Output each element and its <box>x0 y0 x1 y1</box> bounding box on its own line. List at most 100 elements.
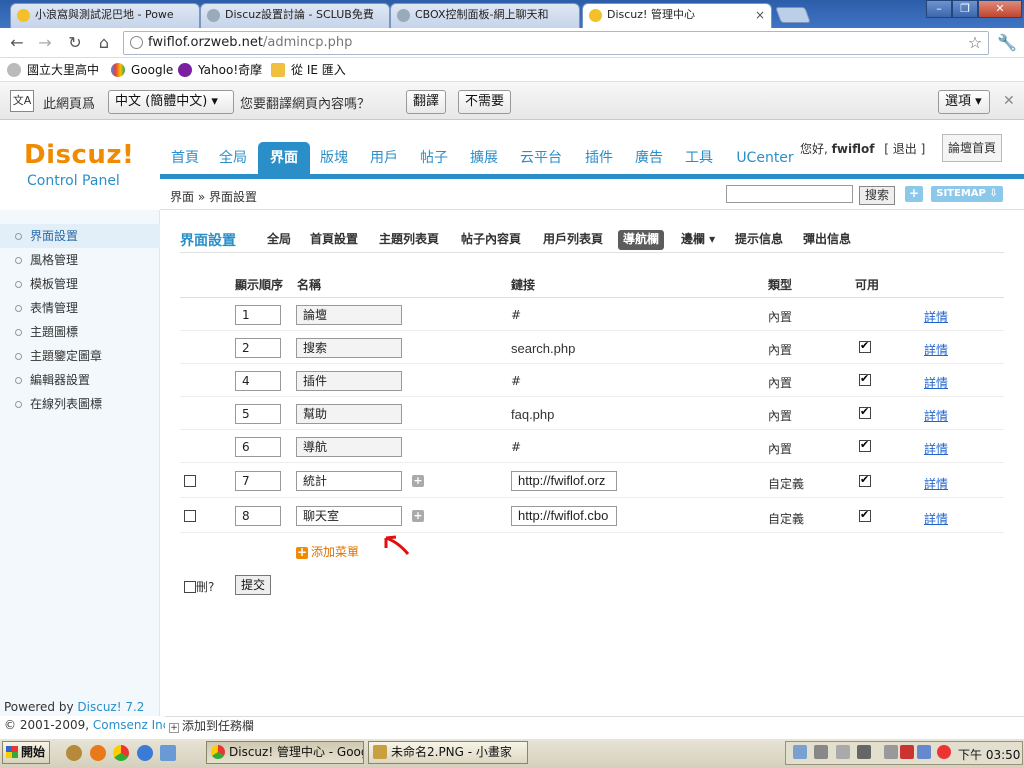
order-input[interactable]: 1 <box>235 305 281 325</box>
sidebar-item-editor[interactable]: 編輯器設置 <box>0 368 160 392</box>
nav-extend[interactable]: 擴展 <box>465 142 503 176</box>
close-translate-icon[interactable]: ✕ <box>1003 93 1015 109</box>
tab-popups[interactable]: 彈出信息 <box>798 230 856 250</box>
no-translate-button[interactable]: 不需要 <box>458 90 512 114</box>
add-taskbar-strip[interactable]: + 添加到任務欄 <box>165 716 1024 736</box>
nav-forums[interactable]: 版塊 <box>315 142 353 176</box>
tab-home-settings[interactable]: 首頁設置 <box>305 230 363 250</box>
enabled-checkbox[interactable] <box>859 508 871 522</box>
address-bar[interactable]: fwiflof.orzweb.net/admincp.php <box>123 31 989 55</box>
sidebar-item-stamps[interactable]: 主題鑒定圖章 <box>0 344 160 368</box>
sitemap-button[interactable]: SITEMAP ⇩ <box>931 186 1003 202</box>
delete-checkbox[interactable] <box>184 510 196 522</box>
add-menu-link[interactable]: + 添加菜單 <box>296 543 359 560</box>
tab-member-list[interactable]: 用戶列表頁 <box>538 230 608 250</box>
enabled-checkbox[interactable] <box>859 339 871 353</box>
wrench-icon[interactable]: 🔧 <box>996 33 1018 53</box>
enabled-checkbox[interactable] <box>859 405 871 419</box>
comsenz-link[interactable]: Comsenz Inc. <box>93 718 173 732</box>
tray-icon[interactable] <box>857 745 871 759</box>
translate-options-button[interactable]: 選項 ▾ <box>938 90 990 114</box>
tray-icon[interactable] <box>917 745 931 759</box>
search-input[interactable] <box>726 185 853 203</box>
add-shortcut-button[interactable]: + <box>905 186 923 202</box>
firefox-icon[interactable] <box>90 745 106 761</box>
enabled-checkbox[interactable] <box>859 372 871 386</box>
search-button[interactable]: 搜索 <box>859 186 895 205</box>
tab-post-page[interactable]: 帖子內容頁 <box>456 230 526 250</box>
nav-cloud[interactable]: 云平台 <box>515 142 567 176</box>
delete-checkbox[interactable] <box>184 475 196 487</box>
name-input[interactable]: 聊天室 <box>296 506 402 526</box>
forward-icon[interactable]: → <box>34 33 56 53</box>
logout-link[interactable]: [ 退出 ] <box>884 142 925 156</box>
link-input[interactable]: http://fwiflof.orz <box>511 471 617 491</box>
nav-tools[interactable]: 工具 <box>680 142 718 176</box>
bookmark-1[interactable]: 國立大里高中 <box>7 62 99 78</box>
nav-home[interactable]: 首頁 <box>166 142 204 176</box>
order-input[interactable]: 8 <box>235 506 281 526</box>
sidebar-item-online-icons[interactable]: 在線列表圖標 <box>0 392 160 416</box>
link-input[interactable]: http://fwiflof.cbo <box>511 506 617 526</box>
browser-tab-1[interactable]: 小浪窩與測試泥巴地 - Powe <box>10 3 200 28</box>
order-input[interactable]: 4 <box>235 371 281 391</box>
detail-link[interactable]: 詳情 <box>924 475 948 492</box>
name-input[interactable]: 幫助 <box>296 404 402 424</box>
name-input[interactable]: 導航 <box>296 437 402 457</box>
new-tab-button[interactable] <box>775 7 811 23</box>
nav-ads[interactable]: 廣告 <box>630 142 668 176</box>
nav-interface[interactable]: 界面 <box>258 142 310 176</box>
tab-global[interactable]: 全局 <box>262 230 296 250</box>
nav-users[interactable]: 用戶 <box>365 142 403 176</box>
quicklaunch-icon[interactable] <box>66 745 82 761</box>
detail-link[interactable]: 詳情 <box>924 440 948 457</box>
name-input[interactable]: 插件 <box>296 371 402 391</box>
discuz-link[interactable]: Discuz! 7.2 <box>77 700 144 714</box>
quicklaunch-icon[interactable] <box>160 745 176 761</box>
sidebar-item-interface-settings[interactable]: 界面設置 <box>0 224 160 248</box>
enabled-checkbox[interactable] <box>859 438 871 452</box>
tab-thread-list[interactable]: 主題列表頁 <box>374 230 444 250</box>
tray-icon[interactable] <box>793 745 807 759</box>
add-submenu-icon[interactable]: + <box>412 475 424 487</box>
sidebar-item-templates[interactable]: 模板管理 <box>0 272 160 296</box>
task-paint[interactable]: 未命名2.PNG - 小畫家 <box>368 741 528 764</box>
maximize-icon[interactable]: ❐ <box>952 0 978 18</box>
home-icon[interactable]: ⌂ <box>93 33 115 53</box>
sidebar-item-styles[interactable]: 風格管理 <box>0 248 160 272</box>
task-chrome[interactable]: Discuz! 管理中心 - Goog... <box>206 741 364 764</box>
browser-tab-active[interactable]: Discuz! 管理中心 × <box>582 3 772 28</box>
bookmark-3[interactable]: Yahoo!奇摩 <box>178 62 262 78</box>
tray-icon[interactable] <box>814 745 828 759</box>
delete-all-checkbox[interactable] <box>184 581 196 593</box>
name-input[interactable]: 統計 <box>296 471 402 491</box>
nav-ucenter[interactable]: UCenter <box>730 142 800 176</box>
detail-link[interactable]: 詳情 <box>924 407 948 424</box>
nav-posts[interactable]: 帖子 <box>415 142 453 176</box>
tray-icon[interactable] <box>884 745 898 759</box>
forum-home-button[interactable]: 論壇首頁 <box>942 134 1002 162</box>
order-input[interactable]: 7 <box>235 471 281 491</box>
name-input[interactable]: 搜索 <box>296 338 402 358</box>
order-input[interactable]: 6 <box>235 437 281 457</box>
start-button[interactable]: 開始 <box>2 741 50 764</box>
name-input[interactable]: 論壇 <box>296 305 402 325</box>
tab-messages[interactable]: 提示信息 <box>730 230 788 250</box>
nav-plugins[interactable]: 插件 <box>580 142 618 176</box>
back-icon[interactable]: ← <box>6 33 28 53</box>
language-select[interactable]: 中文 (簡體中文) ▾ <box>108 90 234 114</box>
tab-navbar[interactable]: 導航欄 <box>618 230 665 250</box>
nav-global[interactable]: 全局 <box>214 142 252 176</box>
tray-icon[interactable] <box>937 745 951 759</box>
sidebar-item-smilies[interactable]: 表情管理 <box>0 296 160 320</box>
detail-link[interactable]: 詳情 <box>924 510 948 527</box>
tray-icon[interactable] <box>900 745 914 759</box>
bookmark-folder[interactable]: 從 IE 匯入 <box>271 62 346 78</box>
tray-icon[interactable] <box>836 745 850 759</box>
tab-sidebar[interactable]: 邊欄 ▾ <box>676 230 720 250</box>
star-icon[interactable]: ☆ <box>964 33 986 53</box>
add-submenu-icon[interactable]: + <box>412 510 424 522</box>
detail-link[interactable]: 詳情 <box>924 308 948 325</box>
submit-button[interactable]: 提交 <box>235 575 271 595</box>
window-close-icon[interactable]: ✕ <box>978 0 1022 18</box>
